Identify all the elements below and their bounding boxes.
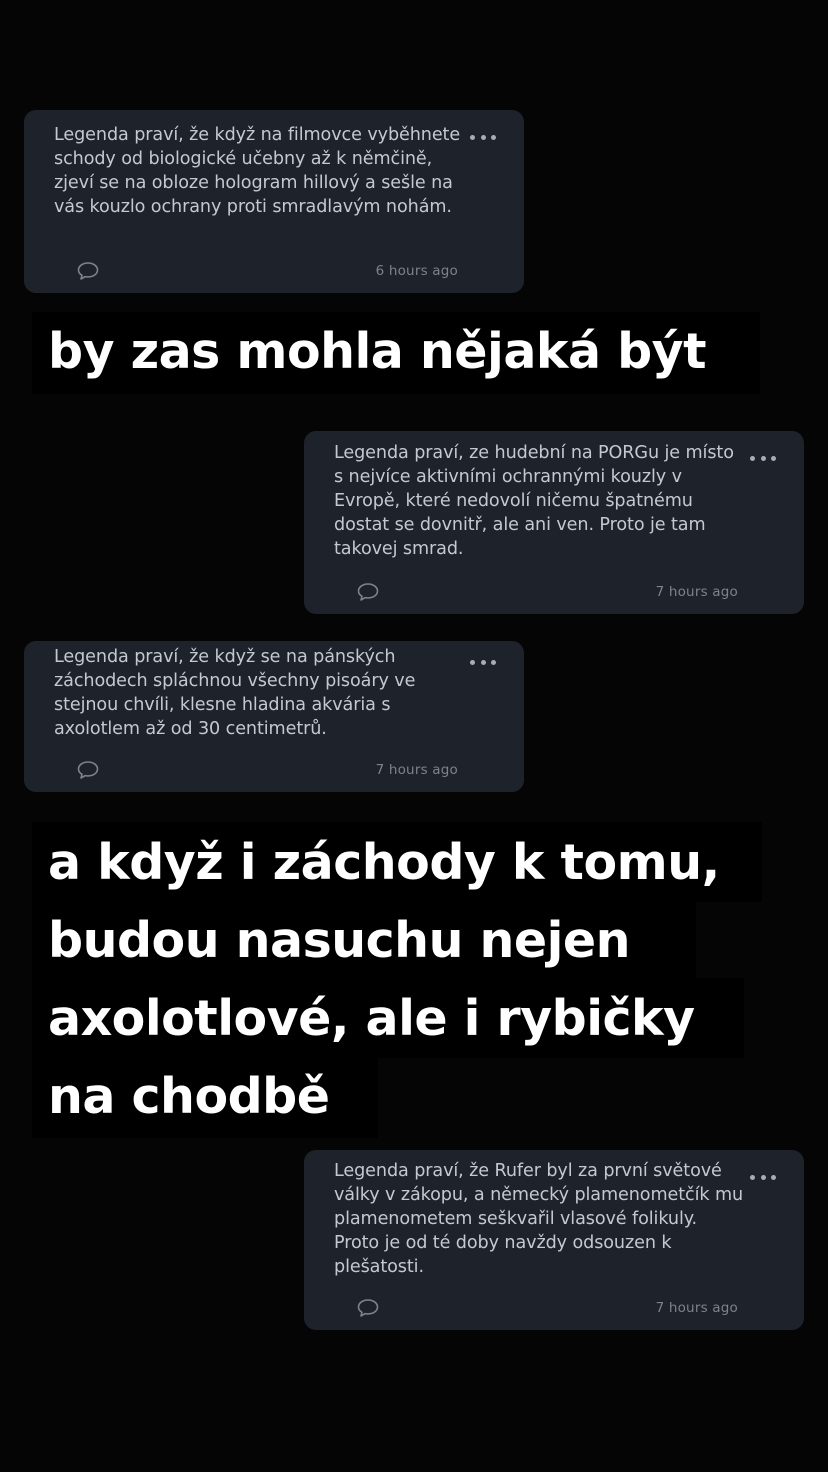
post-card[interactable]: Legenda praví, že když se na pánských zá… [24, 641, 524, 792]
post-card[interactable]: Legenda praví, že když na filmovce vyběh… [24, 110, 524, 293]
more-options-icon[interactable] [750, 1172, 776, 1182]
more-options-icon[interactable] [750, 453, 776, 463]
story-caption-line: axolotlové, ale i rybičky [48, 990, 695, 1047]
more-options-icon[interactable] [470, 657, 496, 667]
post-text: Legenda praví, že Rufer byl za první svě… [334, 1161, 744, 1277]
post-card[interactable]: Legenda praví, že Rufer byl za první svě… [304, 1150, 804, 1330]
comment-icon[interactable] [76, 261, 100, 281]
comment-icon[interactable] [356, 582, 380, 602]
story-caption-line: na chodbě [48, 1068, 330, 1125]
post-timestamp: 7 hours ago [655, 584, 738, 600]
story-caption-line: a když i záchody k tomu, [48, 834, 720, 891]
more-options-icon[interactable] [470, 132, 496, 142]
post-timestamp: 7 hours ago [375, 762, 458, 778]
comment-icon[interactable] [76, 760, 100, 780]
post-text: Legenda praví, ze hudební na PORGu je mí… [334, 443, 734, 559]
story-caption: by zas mohla nějaká být [48, 323, 707, 380]
story-caption-line: budou nasuchu nejen [48, 912, 631, 969]
post-timestamp: 6 hours ago [375, 263, 458, 279]
post-timestamp: 7 hours ago [655, 1300, 738, 1316]
comment-icon[interactable] [356, 1298, 380, 1318]
post-text: Legenda praví, že když se na pánských zá… [54, 647, 416, 739]
post-text: Legenda praví, že když na filmovce vyběh… [54, 125, 461, 217]
post-card[interactable]: Legenda praví, ze hudební na PORGu je mí… [304, 431, 804, 614]
